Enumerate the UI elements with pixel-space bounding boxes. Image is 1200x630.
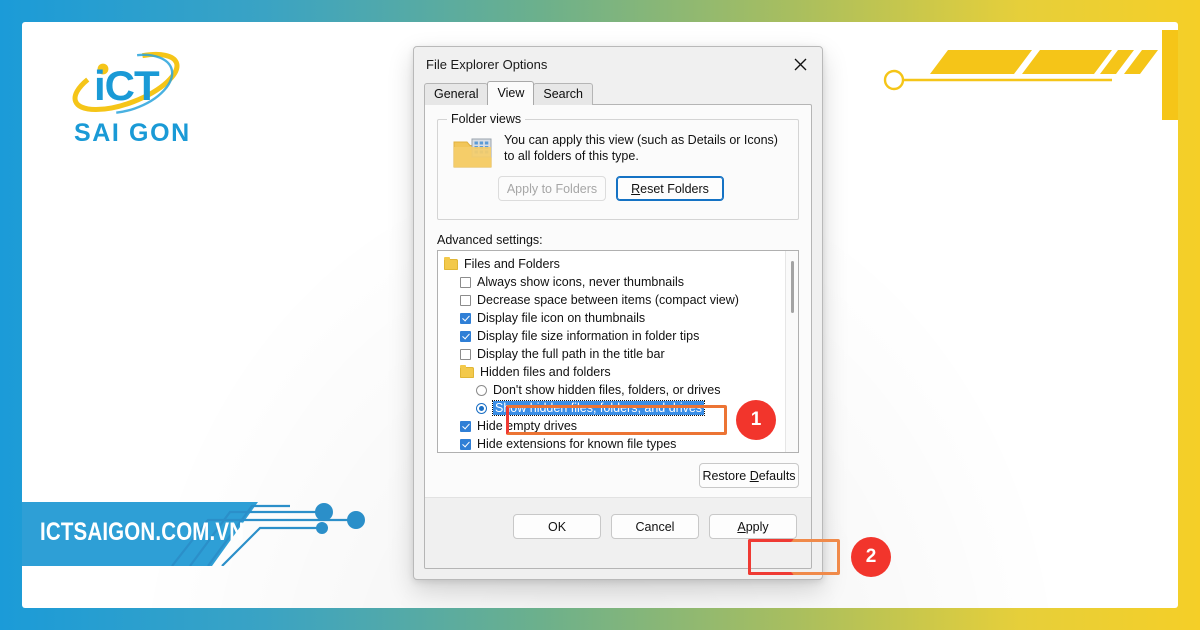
dialog-titlebar[interactable]: File Explorer Options — [414, 47, 822, 83]
tab-search[interactable]: Search — [533, 83, 593, 105]
radio-icon[interactable] — [476, 384, 487, 396]
brand-logo: iCT SAI GON — [50, 38, 210, 148]
list-item-label: Always show icons, never thumbnails — [477, 275, 685, 289]
scrollbar-thumb[interactable] — [791, 261, 794, 313]
list-item-label: Display file icon on thumbnails — [477, 311, 646, 325]
reset-folders-mnemonic: R — [631, 181, 641, 196]
checkbox-icon[interactable] — [460, 330, 471, 342]
folder-views-buttons: Apply to Folders Reset Folders — [498, 176, 786, 201]
apply-mnemonic: A — [737, 519, 746, 534]
list-item[interactable]: Hidden files and folders — [438, 363, 798, 381]
folder-views-group: Folder views You can apply this view (su… — [437, 112, 799, 220]
website-url: ICTSAIGON.COM.VN — [40, 518, 245, 546]
tab-panel-view: Folder views You can apply this view (su… — [424, 104, 812, 569]
svg-text:iCT: iCT — [94, 62, 160, 109]
folder-view-icon — [453, 138, 492, 168]
list-item-label: Don't show hidden files, folders, or dri… — [493, 383, 721, 397]
folder-icon — [444, 256, 458, 270]
website-banner: ICTSAIGON.COM.VN — [22, 502, 422, 567]
list-item[interactable]: Display the full path in the title bar — [438, 345, 798, 363]
list-item-label: Hidden files and folders — [480, 365, 611, 379]
folder-icon — [460, 364, 474, 378]
apply-label: pply — [745, 519, 769, 534]
footer-buttons: OK Cancel Apply — [513, 514, 797, 539]
checkbox-icon[interactable] — [460, 420, 471, 432]
dialog-footer: OK Cancel Apply — [425, 498, 811, 568]
list-item-label: Show hidden files, folders, and drives — [491, 400, 706, 416]
list-item-label: Decrease space between items (compact vi… — [477, 293, 739, 307]
list-item-label: Hide empty drives — [477, 419, 578, 433]
list-item-label: Hide extensions for known file types — [477, 437, 677, 451]
list-item[interactable]: Display file icon on thumbnails — [438, 309, 798, 327]
list-item[interactable]: Don't show hidden files, folders, or dri… — [438, 381, 798, 399]
reset-folders-button[interactable]: Reset Folders — [616, 176, 724, 201]
list-item[interactable]: Display file size information in folder … — [438, 327, 798, 345]
file-explorer-options-dialog: File Explorer Options General View Searc… — [413, 46, 823, 580]
apply-button[interactable]: Apply — [709, 514, 797, 539]
advanced-settings-label: Advanced settings: — [437, 233, 543, 247]
close-icon[interactable] — [778, 47, 822, 81]
restore-defaults-row: Restore Defaults — [699, 463, 799, 488]
checkbox-icon[interactable] — [460, 348, 471, 360]
list-item-label: Display file size information in folder … — [477, 329, 700, 343]
folder-views-description: You can apply this view (such as Details… — [504, 133, 778, 163]
decor-top-right — [883, 30, 1178, 120]
ok-button[interactable]: OK — [513, 514, 601, 539]
list-item[interactable]: Files and Folders — [438, 255, 798, 273]
cancel-button[interactable]: Cancel — [611, 514, 699, 539]
list-item[interactable]: Hide extensions for known file types — [438, 435, 798, 452]
restore-defaults-button[interactable]: Restore Defaults — [699, 463, 799, 488]
list-item[interactable]: Decrease space between items (compact vi… — [438, 291, 798, 309]
folder-views-legend: Folder views — [447, 112, 526, 126]
dialog-tabs: General View Search — [424, 81, 593, 105]
logo-mark-icon: iCT — [72, 51, 180, 115]
page-canvas: iCT SAI GON ICTSAIGON.COM.VN File Explor… — [22, 22, 1178, 608]
checkbox-icon[interactable] — [460, 312, 471, 324]
checkbox-icon[interactable] — [460, 438, 471, 450]
restore-defaults-mnemonic: D — [749, 468, 759, 483]
radio-icon[interactable] — [476, 402, 487, 414]
tab-general[interactable]: General — [424, 83, 489, 105]
dialog-title: File Explorer Options — [426, 57, 548, 72]
checkbox-icon[interactable] — [460, 294, 471, 306]
reset-folders-label: eset Folders — [640, 181, 709, 196]
logo-wordmark: SAI GON — [74, 119, 191, 147]
restore-defaults-pre: Restore — [702, 468, 750, 483]
list-item-label: Display the full path in the title bar — [477, 347, 665, 361]
step-badge-1: 1 — [736, 400, 776, 440]
advanced-list-scrollbar[interactable] — [785, 251, 798, 452]
apply-to-folders-button[interactable]: Apply to Folders — [498, 176, 606, 201]
list-item[interactable]: Always show icons, never thumbnails — [438, 273, 798, 291]
step-badge-2: 2 — [851, 537, 891, 577]
restore-defaults-post: efaults — [758, 468, 796, 483]
tab-view[interactable]: View — [487, 81, 535, 105]
checkbox-icon[interactable] — [460, 276, 471, 288]
list-item-label: Files and Folders — [464, 257, 560, 271]
